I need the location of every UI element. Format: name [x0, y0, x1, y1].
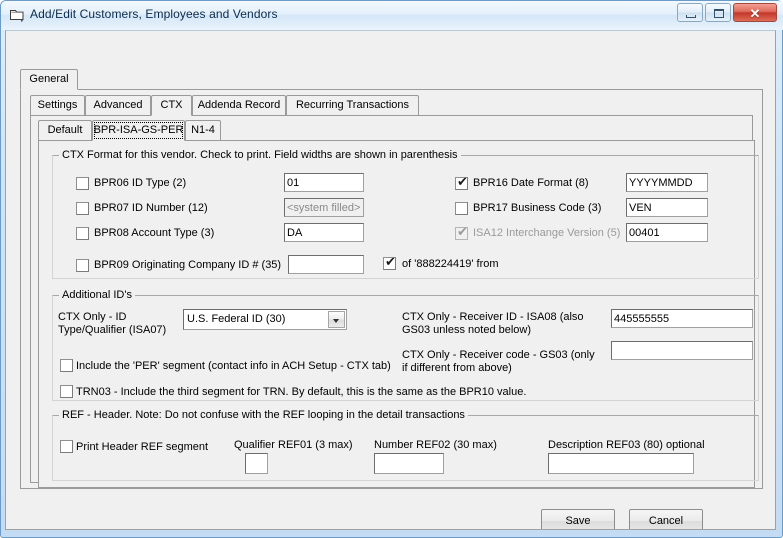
save-button[interactable]: Save — [541, 509, 615, 529]
dropdown-id-type-qualifier-value: U.S. Federal ID (30) — [187, 313, 286, 325]
label-trn03-third-segment: TRN03 - Include the third segment for TR… — [76, 386, 527, 398]
label-qualifier-ref01: Qualifier REF01 (3 max) — [234, 439, 353, 451]
tab-addenda-record[interactable]: Addenda Record — [192, 95, 286, 116]
tab-recurring-transactions[interactable]: Recurring Transactions — [286, 95, 419, 116]
input-receiver-id-isa08[interactable]: 445555555 — [611, 309, 753, 328]
checkmark-icon: ✔ — [385, 255, 396, 270]
chevron-down-icon[interactable] — [328, 311, 345, 328]
label-bpr06-id-type: BPR06 ID Type (2) — [94, 177, 187, 189]
window-folder-icon — [10, 10, 24, 22]
tab-n1-4[interactable]: N1-4 — [185, 120, 221, 141]
label-bpr07-id-number: BPR07 ID Number (12) — [94, 202, 208, 214]
checkbox-isa12-interchange-version: ✔ — [455, 225, 468, 240]
checkbox-bpr08-account-type[interactable] — [76, 227, 89, 240]
input-bpr07-id-number[interactable]: <system filled> — [284, 198, 364, 217]
label-print-header-ref-segment: Print Header REF segment — [76, 441, 209, 453]
input-description-ref03[interactable] — [548, 453, 694, 474]
application-window: Add/Edit Customers, Employees and Vendor… — [0, 0, 783, 538]
checkbox-bpr09-originating-company-id[interactable] — [76, 259, 89, 272]
tab-default[interactable]: Default — [38, 120, 92, 141]
minimize-button[interactable] — [677, 3, 703, 22]
additional-ids-groupbox-title: Additional ID's — [59, 289, 135, 301]
label-receiver-code-gs03: CTX Only - Receiver code - GS03 (only if… — [402, 349, 595, 374]
label-bpr09-originating-company-id: BPR09 Originating Company ID # (35) — [94, 259, 282, 271]
cancel-button[interactable]: Cancel — [629, 509, 703, 529]
dropdown-id-type-qualifier[interactable]: U.S. Federal ID (30) — [183, 309, 347, 330]
label-description-ref03: Description REF03 (80) optional — [548, 439, 705, 451]
label-ctx-only-id-line2: Type/Qualifier (ISA07) — [58, 324, 167, 336]
checkbox-bpr16-date-format[interactable]: ✔ — [455, 175, 468, 190]
input-bpr16-date-format[interactable]: YYYYMMDD — [626, 173, 708, 192]
label-bpr17-business-code: BPR17 Business Code (3) — [473, 202, 602, 214]
maximize-button[interactable] — [705, 3, 731, 22]
ctx-format-groupbox-title: CTX Format for this vendor. Check to pri… — [59, 149, 461, 161]
window-title: Add/Edit Customers, Employees and Vendor… — [30, 7, 278, 21]
checkbox-include-per-segment[interactable] — [60, 359, 73, 372]
minimize-icon — [686, 15, 696, 18]
input-bpr08-account-type[interactable]: DA — [284, 223, 364, 242]
label-bpr08-account-type: BPR08 Account Type (3) — [94, 227, 215, 239]
input-bpr09-originating-company-id[interactable] — [288, 255, 364, 274]
label-number-ref02: Number REF02 (30 max) — [374, 439, 497, 451]
label-of-888224419: of '888224419' from — [402, 258, 499, 270]
input-bpr06-id-type[interactable]: 01 — [284, 173, 364, 192]
title-bar: Add/Edit Customers, Employees and Vendor… — [1, 1, 783, 30]
label-ctx-only-id-line1: CTX Only - ID — [58, 311, 127, 323]
input-number-ref02[interactable] — [374, 453, 444, 474]
checkmark-icon: ✔ — [457, 175, 468, 190]
label-include-per-segment: Include the 'PER' segment (contact info … — [76, 360, 391, 372]
checkmark-icon: ✔ — [457, 225, 468, 240]
client-area: General Settings Advanced CTX Addenda Re… — [5, 30, 776, 530]
input-qualifier-ref01[interactable] — [245, 453, 268, 474]
tab-advanced[interactable]: Advanced — [85, 95, 151, 116]
checkbox-of-888224419[interactable]: ✔ — [383, 255, 396, 270]
close-button[interactable]: ✕ — [733, 3, 777, 22]
close-icon: ✕ — [749, 6, 761, 21]
ref-header-groupbox-title: REF - Header. Note: Do not confuse with … — [59, 409, 468, 421]
tab-bpr-isa-gs-per[interactable]: BPR-ISA-GS-PER — [92, 120, 185, 141]
checkbox-bpr17-business-code[interactable] — [455, 202, 468, 215]
input-receiver-code-gs03[interactable] — [611, 341, 753, 360]
maximize-icon — [714, 9, 724, 18]
tab-settings[interactable]: Settings — [30, 95, 85, 116]
label-bpr16-date-format: BPR16 Date Format (8) — [473, 177, 589, 189]
checkbox-bpr07-id-number[interactable] — [76, 202, 89, 215]
input-bpr17-business-code[interactable]: VEN — [626, 198, 708, 217]
label-isa12-interchange-version: ISA12 Interchange Version (5) — [473, 227, 621, 239]
input-isa12-interchange-version[interactable]: 00401 — [626, 223, 708, 242]
checkbox-bpr06-id-type[interactable] — [76, 177, 89, 190]
checkbox-trn03-third-segment[interactable] — [60, 385, 73, 398]
label-receiver-id-isa08: CTX Only - Receiver ID - ISA08 (also GS0… — [402, 311, 584, 336]
checkbox-print-header-ref-segment[interactable] — [60, 440, 73, 453]
tab-ctx[interactable]: CTX — [151, 95, 192, 116]
tab-general[interactable]: General — [20, 69, 78, 90]
